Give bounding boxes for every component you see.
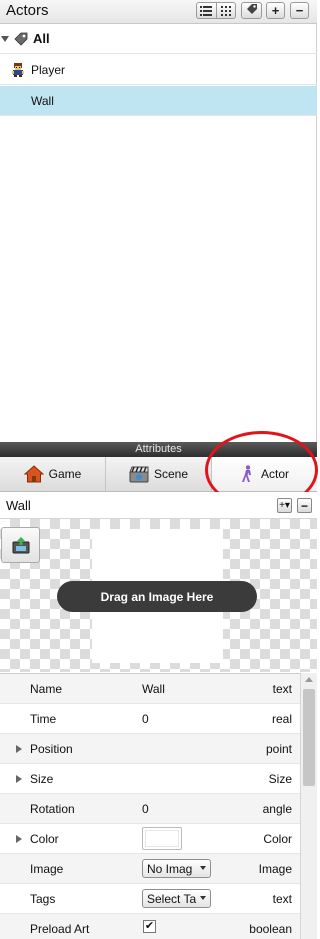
attr-value-field[interactable]: 0 [142,712,149,726]
tab-label: Actor [260,467,289,481]
expand-triangle-icon[interactable] [1,35,9,42]
drag-image-here-label: Drag an Image Here [57,581,257,612]
tree-item-wall[interactable]: Wall [0,86,317,116]
actor-tree: All Player Wall [0,24,317,442]
attr-value-field[interactable]: Wall [142,682,165,696]
tab-label: Scene [153,467,189,481]
attr-type: point [265,742,292,756]
tag-icon [14,32,28,46]
attr-name: Size [30,772,54,786]
attr-name: Preload Art [30,922,90,936]
select-value: No Imag [147,861,193,876]
attr-name: Image [30,862,64,876]
attr-row-position[interactable]: Position point [0,734,300,764]
attr-row-name[interactable]: Name Wall text [0,674,300,704]
expand-arrow-icon[interactable] [16,835,22,843]
attr-type: Image [258,862,292,876]
tag-icon [246,3,258,18]
attr-type: text [272,682,292,696]
attr-row-rotation[interactable]: Rotation 0 angle [0,794,300,824]
tree-item-label: Wall [31,93,54,108]
scroll-up-arrow-icon[interactable] [305,677,313,682]
attr-name: Tags [30,892,56,906]
tree-item-player[interactable]: Player [0,55,317,85]
image-drop-area[interactable]: Drag an Image Here [0,519,317,672]
attr-type: Size [268,772,292,786]
expand-arrow-icon[interactable] [16,775,22,783]
attr-type: text [272,892,292,906]
attr-type: real [271,712,292,726]
selected-actor-name: Wall [6,498,31,513]
attr-type: Color [263,832,292,846]
attribute-add-dropdown[interactable]: +▾ [277,498,292,513]
attr-type: boolean [249,922,292,936]
tags-select[interactable]: Select Ta [142,889,211,908]
attr-row-size[interactable]: Size Size [0,764,300,794]
tab-label: Game [48,467,82,481]
tree-item-all[interactable]: All [0,24,317,54]
attributes-title-bar: Attributes [0,442,317,457]
tree-item-label: All [33,31,50,46]
list-view-icon[interactable] [197,3,216,18]
attr-name: Rotation [30,802,75,816]
actors-header: Actors + − [0,0,317,24]
add-actor-button[interactable]: + [266,2,285,19]
attr-name: Position [30,742,73,756]
chevron-down-icon [200,866,206,870]
clapperboard-icon [129,465,149,483]
player-sprite-icon [10,62,26,78]
view-mode-toggle[interactable] [196,2,236,19]
attr-name: Name [30,682,63,696]
attr-value-field[interactable]: 0 [142,802,149,816]
attr-type: angle [262,802,292,816]
walking-person-icon [240,465,256,483]
attr-name: Time [30,712,57,726]
attr-row-time[interactable]: Time 0 real [0,704,300,734]
preload-art-checkbox[interactable]: ✔ [143,920,156,933]
tab-actor[interactable]: Actor [212,457,317,491]
tree-item-label: Player [31,62,66,77]
house-icon [23,465,44,483]
import-image-icon [11,536,31,554]
attr-name: Color [30,832,59,846]
color-swatch[interactable] [142,827,182,850]
select-value: Select Ta [147,891,197,906]
tag-button[interactable] [241,2,262,19]
grid-view-icon[interactable] [215,3,236,18]
attribute-table: Name Wall text Time 0 real Position poin… [0,673,300,939]
tab-game[interactable]: Game [0,457,106,491]
attr-row-tags[interactable]: Tags Select Ta text [0,884,300,914]
actors-title: Actors [6,2,49,19]
attribute-remove-button[interactable]: − [297,498,312,513]
attribute-table-scrollbar[interactable] [300,673,317,939]
attributes-tabs: Game Scene Actor [0,457,317,492]
attr-row-image[interactable]: Image No Imag Image [0,854,300,884]
attr-row-color[interactable]: Color Color [0,824,300,854]
expand-arrow-icon[interactable] [16,745,22,753]
chevron-down-icon [200,896,206,900]
tab-scene[interactable]: Scene [106,457,212,491]
attr-row-preload-art[interactable]: Preload Art ✔ boolean [0,914,300,939]
import-image-button[interactable] [1,527,40,563]
selected-actor-header: Wall +▾ − [0,492,317,519]
scrollbar-thumb[interactable] [303,689,315,786]
remove-actor-button[interactable]: − [290,2,309,19]
image-select[interactable]: No Imag [142,859,211,878]
